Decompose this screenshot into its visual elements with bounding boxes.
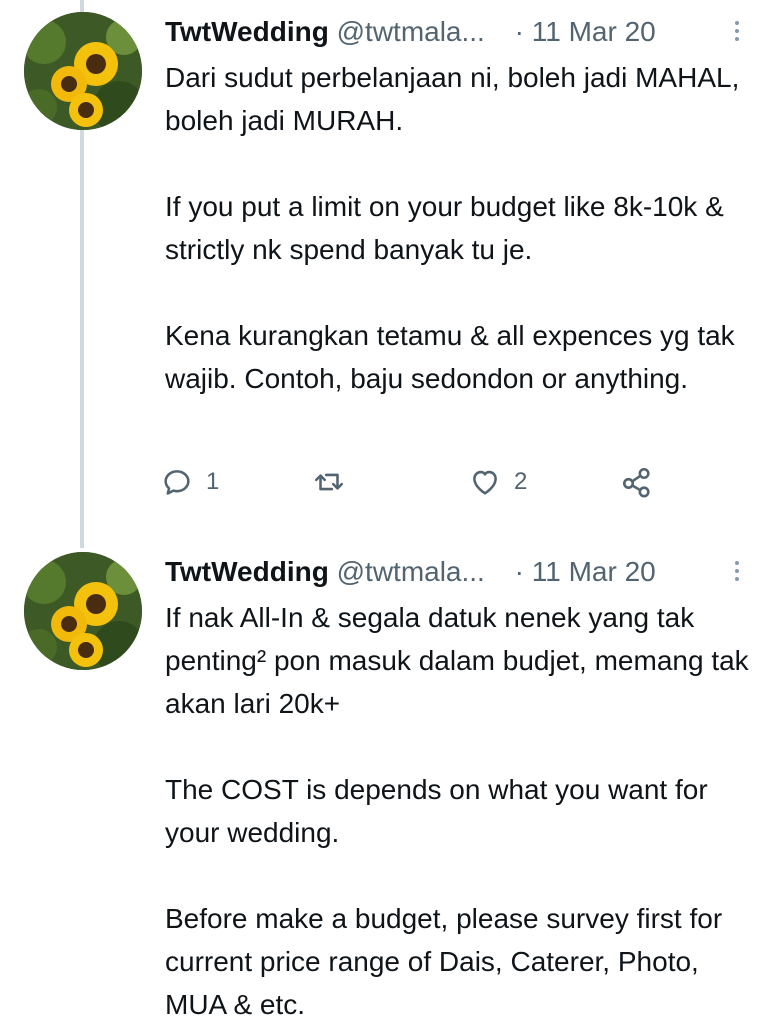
tweet-date[interactable]: 11 Mar 20 <box>532 16 656 47</box>
reply-icon <box>164 470 190 495</box>
share-button[interactable] <box>620 462 654 502</box>
avatar[interactable] <box>24 552 142 670</box>
tweet-header: TwtWedding @twtmala... · 11 Mar 20 <box>165 12 745 52</box>
more-options-icon[interactable] <box>729 18 745 48</box>
heart-icon <box>473 470 497 495</box>
more-options-icon[interactable] <box>729 558 745 588</box>
tweet-text: If nak All-In & segala datuk nenek yang … <box>165 596 755 1026</box>
tweet-date[interactable]: 11 Mar 20 <box>532 556 656 587</box>
separator-dot: · <box>514 556 524 587</box>
avatar[interactable] <box>24 12 142 130</box>
tweet-paragraph: If you put a limit on your budget like 8… <box>165 191 724 265</box>
tweet-actions: 1 2 <box>160 462 700 502</box>
tweet[interactable]: TwtWedding @twtmala... · 11 Mar 20 Dari … <box>0 0 775 540</box>
share-icon <box>622 467 650 498</box>
author-handle[interactable]: @twtmala... <box>337 16 485 47</box>
like-button[interactable]: 2 <box>468 462 527 502</box>
tweet-header: TwtWedding @twtmala... · 11 Mar 20 <box>165 552 745 592</box>
tweet[interactable]: TwtWedding @twtmala... · 11 Mar 20 If na… <box>0 540 775 1024</box>
sunflower-avatar-image <box>24 552 142 670</box>
sunflower-avatar-image <box>24 12 142 130</box>
tweet-paragraph: Dari sudut perbelanjaan ni, boleh jadi M… <box>165 62 740 136</box>
author-name[interactable]: TwtWedding <box>165 16 329 47</box>
author-handle[interactable]: @twtmala... <box>337 556 485 587</box>
retweet-button[interactable] <box>312 462 358 502</box>
tweet-paragraph: The COST is depends on what you want for… <box>165 774 708 848</box>
reply-button[interactable]: 1 <box>160 462 219 502</box>
tweet-text: Dari sudut perbelanjaan ni, boleh jadi M… <box>165 56 755 400</box>
tweet-paragraph: Before make a budget, please survey firs… <box>165 903 723 1020</box>
tweet-paragraph: Kena kurangkan tetamu & all expences yg … <box>165 320 735 394</box>
like-count: 2 <box>514 468 528 495</box>
separator-dot: · <box>514 16 524 47</box>
reply-count: 1 <box>206 468 220 495</box>
tweet-paragraph: If nak All-In & segala datuk nenek yang … <box>165 602 749 719</box>
author-name[interactable]: TwtWedding <box>165 556 329 587</box>
retweet-icon <box>314 473 344 491</box>
